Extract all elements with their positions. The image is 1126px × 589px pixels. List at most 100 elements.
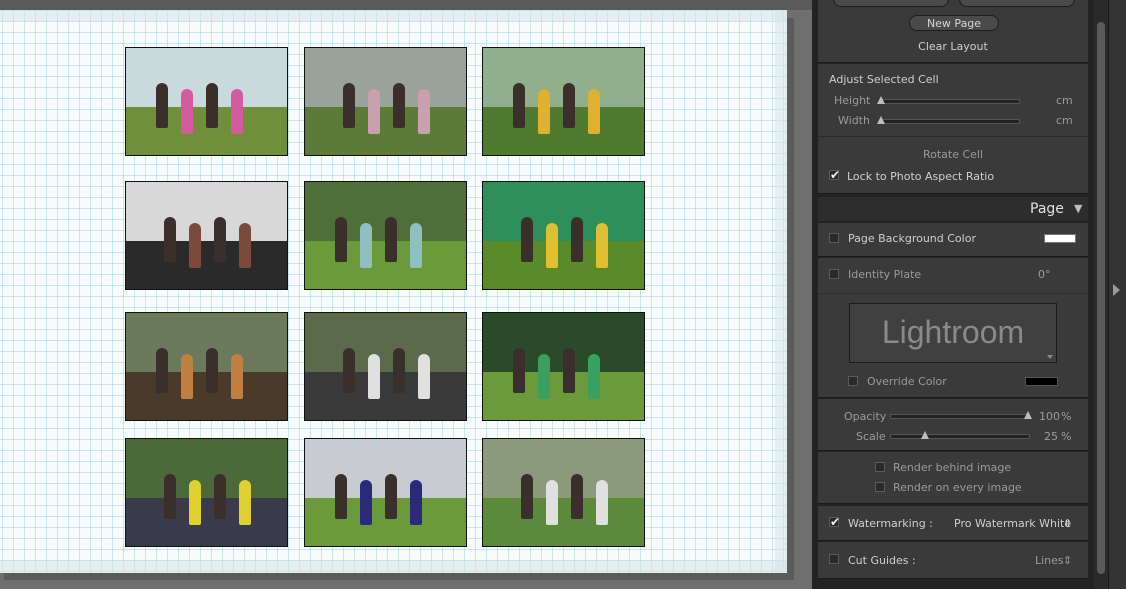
photo-figure	[596, 223, 608, 268]
height-unit: cm	[1056, 94, 1073, 107]
override-color-checkbox[interactable]	[848, 376, 858, 386]
panel-scrollbar-thumb[interactable]	[1097, 22, 1105, 574]
render-behind-label: Render behind image	[893, 461, 1012, 474]
cut-guides-select[interactable]: Lines	[1035, 554, 1064, 567]
photo-figure	[385, 474, 397, 519]
page-panel-header[interactable]: Page ▼	[818, 197, 1088, 221]
width-slider-thumb[interactable]	[877, 116, 885, 124]
photo-cell-caravan-food-truck[interactable]	[482, 438, 645, 547]
photo-ground	[126, 240, 287, 289]
photo-figure	[181, 89, 193, 134]
photo-cell-green-tent-stall[interactable]	[482, 181, 645, 290]
photo-figure	[181, 354, 193, 399]
right-triangle-icon[interactable]	[1113, 284, 1120, 296]
width-slider[interactable]	[880, 119, 1020, 124]
scale-slider-thumb[interactable]	[920, 431, 929, 439]
photo-figure	[360, 480, 372, 525]
photo-figure	[156, 348, 168, 393]
photo-ground	[483, 240, 644, 289]
photo-figure	[538, 89, 550, 134]
photo-figure	[360, 223, 372, 268]
page-bg-color-row: Page Background Color	[818, 223, 1088, 257]
panel-scrollbar[interactable]	[1094, 0, 1108, 589]
photo-ground	[305, 106, 466, 155]
photo-figure	[164, 474, 176, 519]
render-behind-checkbox[interactable]	[875, 462, 885, 472]
photo-figure	[214, 217, 226, 262]
photo-cell-toast-letters-sign[interactable]	[304, 181, 467, 290]
check-icon: ✔	[830, 515, 841, 529]
photo-figure	[588, 89, 600, 134]
override-color-label: Override Color	[867, 375, 947, 388]
photo-figure	[335, 474, 347, 519]
photo-figure	[239, 223, 251, 268]
clear-layout-button[interactable]: Clear Layout	[818, 40, 1088, 53]
page-bg-color-swatch[interactable]	[1044, 234, 1076, 243]
photo-figure	[156, 83, 168, 128]
render-every-checkbox[interactable]	[875, 482, 885, 492]
watermark-select[interactable]: Pro Watermark White	[954, 517, 1071, 530]
watermarking-row: ✔ Watermarking : Pro Watermark White ⇕	[818, 506, 1088, 541]
identity-plate-dropdown-icon[interactable]	[1047, 355, 1053, 359]
identity-plate-angle[interactable]: 0°	[1038, 268, 1051, 281]
new-page-button[interactable]: New Page	[909, 15, 999, 31]
identity-plate-preview[interactable]: Lightroom	[849, 303, 1057, 363]
photo-ground	[305, 371, 466, 420]
page-bg-color-checkbox[interactable]	[829, 233, 839, 243]
height-slider-thumb[interactable]	[877, 96, 885, 104]
photo-figure	[418, 89, 430, 134]
photo-figure	[546, 223, 558, 268]
photo-figure	[231, 89, 243, 134]
width-label: Width	[838, 114, 870, 127]
photo-figure	[546, 480, 558, 525]
photo-figure	[368, 89, 380, 134]
adjust-cell-title: Adjust Selected Cell	[829, 73, 939, 86]
identity-plate-checkbox[interactable]	[829, 269, 839, 279]
photo-figure	[164, 217, 176, 262]
override-color-swatch[interactable]	[1025, 377, 1058, 386]
photo-ground	[483, 497, 644, 546]
photo-cell-umbrella-crowd[interactable]	[125, 438, 288, 547]
photo-figure	[513, 83, 525, 128]
photo-cell-tommys-banner-lawn[interactable]	[482, 312, 645, 421]
collapse-icon[interactable]: ▼	[1074, 202, 1082, 215]
page-margin-top	[0, 10, 787, 22]
width-unit: cm	[1056, 114, 1073, 127]
photo-figure	[343, 83, 355, 128]
add-to-package-button-right[interactable]	[959, 0, 1075, 7]
watermarking-checkbox[interactable]: ✔	[829, 515, 841, 529]
photo-figure	[385, 217, 397, 262]
opacity-slider-thumb[interactable]	[1024, 411, 1032, 419]
opacity-value[interactable]: 100	[1039, 410, 1060, 423]
height-slider[interactable]	[880, 99, 1020, 104]
scale-slider[interactable]	[890, 434, 1030, 439]
add-to-package-button-left[interactable]	[833, 0, 949, 7]
cut-guides-checkbox[interactable]	[829, 554, 839, 564]
photo-figure	[214, 474, 226, 519]
photo-figure	[513, 348, 525, 393]
rotate-cell-button[interactable]: Rotate Cell	[818, 148, 1088, 161]
photo-figure	[521, 474, 533, 519]
photo-cell-flower-arch-garden[interactable]	[482, 47, 645, 156]
photo-cell-vineyard-group-photo[interactable]	[125, 47, 288, 156]
print-canvas	[0, 0, 812, 589]
photo-ground	[126, 497, 287, 546]
opacity-unit: %	[1061, 410, 1072, 423]
print-page[interactable]	[0, 10, 787, 573]
watermarking-label: Watermarking :	[848, 517, 933, 530]
cut-guides-select-arrows-icon[interactable]: ⇕	[1063, 554, 1072, 567]
photo-cell-food-stall-bar[interactable]	[304, 312, 467, 421]
photo-cell-wine-tasting-table[interactable]	[125, 312, 288, 421]
photo-cell-women-at-bar[interactable]	[125, 181, 288, 290]
cells-section: New Page Clear Layout	[818, 0, 1088, 63]
lock-aspect-label: Lock to Photo Aspect Ratio	[847, 170, 995, 183]
lock-aspect-checkbox[interactable]: ✔	[829, 169, 840, 181]
opacity-slider[interactable]	[890, 414, 1030, 419]
photo-figure	[410, 480, 422, 525]
photo-figure	[571, 217, 583, 262]
scale-value[interactable]: 25	[1044, 430, 1058, 443]
photo-cell-helicopter-field[interactable]	[304, 438, 467, 547]
photo-figure	[189, 223, 201, 268]
watermark-select-arrows-icon[interactable]: ⇕	[1063, 517, 1072, 530]
photo-cell-wine-barrels-flower-wall[interactable]	[304, 47, 467, 156]
